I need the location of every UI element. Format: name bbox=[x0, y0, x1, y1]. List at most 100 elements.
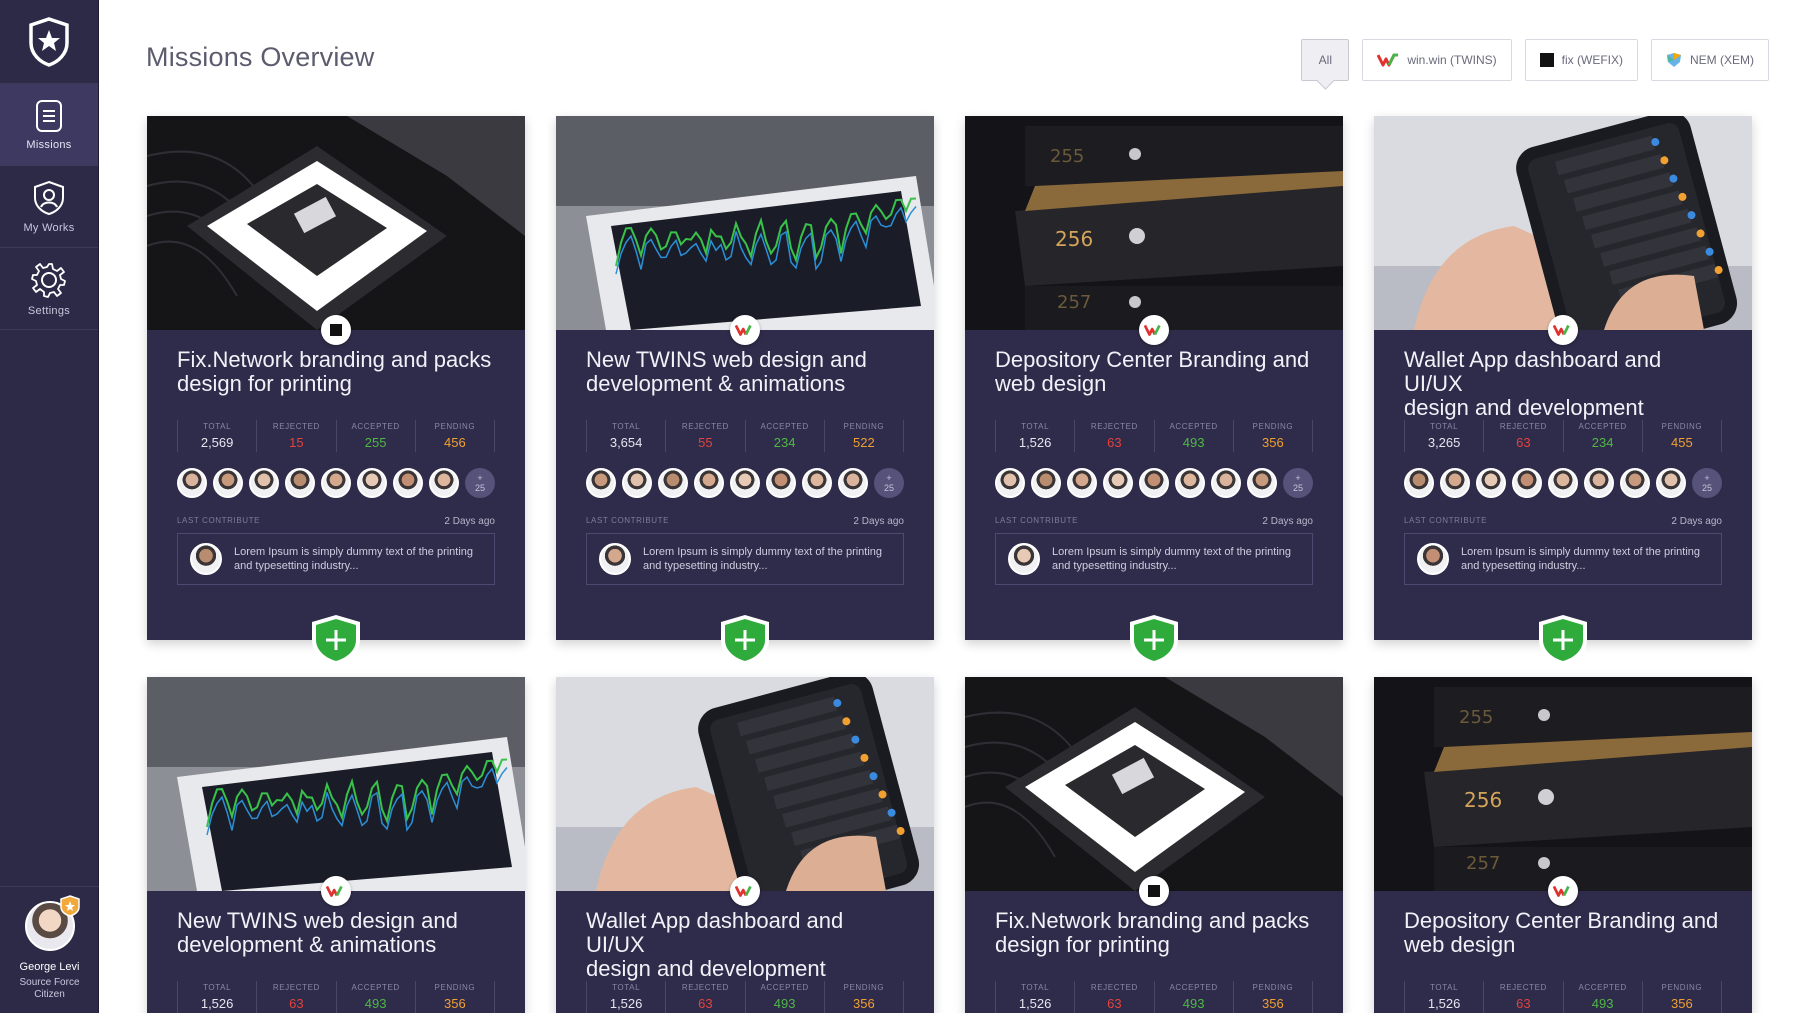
contributor-avatar[interactable] bbox=[321, 468, 351, 498]
contributor-avatar[interactable] bbox=[1620, 468, 1650, 498]
stat-rejected: REJECTED 63 bbox=[1074, 981, 1153, 1013]
add-contribution-button[interactable] bbox=[1127, 614, 1181, 666]
stat-total-value: 3,265 bbox=[1427, 435, 1461, 450]
nav-label-missions: Missions bbox=[26, 138, 72, 151]
contributor-avatar[interactable] bbox=[1139, 468, 1169, 498]
mission-title-line1: New TWINS web design and bbox=[586, 347, 867, 372]
contributor-avatar[interactable] bbox=[1031, 468, 1061, 498]
contributor-avatar[interactable] bbox=[249, 468, 279, 498]
last-contribute-comment[interactable]: Lorem Ipsum is simply dummy text of the … bbox=[995, 533, 1313, 585]
last-contribute-comment[interactable]: Lorem Ipsum is simply dummy text of the … bbox=[586, 533, 904, 585]
contributor-avatar[interactable] bbox=[213, 468, 243, 498]
filter-nem-label: NEM (XEM) bbox=[1690, 53, 1754, 67]
contributor-avatar[interactable] bbox=[838, 468, 868, 498]
filter-bar: All win.win (TWINS) fix (WEFIX) NEM (XEM… bbox=[1301, 39, 1769, 81]
user-name: George Levi bbox=[19, 961, 80, 973]
add-contribution-button[interactable] bbox=[1536, 614, 1590, 666]
add-contribution-button[interactable] bbox=[718, 614, 772, 666]
mission-stats: TOTAL 3,265 REJECTED 63 ACCEPTED 234 PENDING 45… bbox=[1404, 420, 1722, 452]
svg-text:257: 257 bbox=[1466, 853, 1500, 874]
stat-total-label: TOTAL bbox=[612, 983, 641, 992]
nav-item-missions[interactable]: Missions bbox=[0, 84, 98, 166]
contributor-avatar[interactable] bbox=[1404, 468, 1434, 498]
stat-total-label: TOTAL bbox=[203, 983, 232, 992]
contributor-avatar[interactable] bbox=[177, 468, 207, 498]
stat-pending: PENDING 356 bbox=[414, 981, 495, 1013]
twins-logo-icon bbox=[326, 885, 343, 897]
filter-all-label: All bbox=[1318, 53, 1332, 67]
stat-accepted-label: ACCEPTED bbox=[1169, 422, 1218, 431]
last-contribute-comment[interactable]: Lorem Ipsum is simply dummy text of the … bbox=[177, 533, 495, 585]
contributor-avatar[interactable] bbox=[1656, 468, 1686, 498]
contributor-avatar[interactable] bbox=[1175, 468, 1205, 498]
mission-card[interactable]: New TWINS web design and development & an… bbox=[556, 116, 934, 665]
stat-accepted: ACCEPTED 234 bbox=[744, 420, 824, 452]
wefix-logo-icon bbox=[1148, 885, 1160, 897]
stat-accepted-value: 493 bbox=[1182, 996, 1205, 1011]
avatar bbox=[24, 895, 80, 951]
stat-pending: PENDING 356 bbox=[1232, 981, 1313, 1013]
stat-accepted-label: ACCEPTED bbox=[760, 422, 809, 431]
contributor-avatar[interactable] bbox=[730, 468, 760, 498]
contributor-avatar[interactable] bbox=[1247, 468, 1277, 498]
contributor-avatar[interactable] bbox=[1476, 468, 1506, 498]
mission-card[interactable]: 255 256 257 Depository Center Branding and w… bbox=[1374, 677, 1752, 1013]
more-contributors-badge[interactable]: +25 bbox=[1692, 468, 1722, 498]
contributor-avatar[interactable] bbox=[1512, 468, 1542, 498]
contributor-avatar[interactable] bbox=[1103, 468, 1133, 498]
stat-rejected-label: REJECTED bbox=[1499, 983, 1547, 992]
stat-accepted-value: 493 bbox=[1591, 996, 1614, 1011]
filter-wefix[interactable]: fix (WEFIX) bbox=[1524, 39, 1638, 81]
last-contribute-comment[interactable]: Lorem Ipsum is simply dummy text of the … bbox=[1404, 533, 1722, 585]
filter-all[interactable]: All bbox=[1301, 39, 1350, 81]
contributor-avatar[interactable] bbox=[622, 468, 652, 498]
mission-image bbox=[147, 677, 525, 891]
add-contribution-button[interactable] bbox=[309, 614, 363, 666]
contributor-avatar[interactable] bbox=[1440, 468, 1470, 498]
last-contribute-label: LAST CONTRIBUTE bbox=[1404, 516, 1488, 525]
contributor-avatar[interactable] bbox=[1548, 468, 1578, 498]
nav-item-settings[interactable]: Settings bbox=[0, 248, 98, 330]
more-count: 25 bbox=[1292, 483, 1303, 493]
stat-total-value: 1,526 bbox=[1018, 996, 1052, 1011]
mission-card[interactable]: Wallet App dashboard and UI/UX design and… bbox=[1374, 116, 1752, 665]
contributor-avatar[interactable] bbox=[285, 468, 315, 498]
mission-card[interactable]: Wallet App dashboard and UI/UX design and… bbox=[556, 677, 934, 1013]
filter-twins[interactable]: win.win (TWINS) bbox=[1362, 39, 1512, 81]
mission-card[interactable]: Fix.Network branding and packs design for… bbox=[147, 116, 525, 665]
mission-card[interactable]: Fix.Network branding and packs design for… bbox=[965, 677, 1343, 1013]
stat-pending: PENDING 455 bbox=[1641, 420, 1722, 452]
last-contribute-time: 2 Days ago bbox=[853, 516, 904, 527]
mission-image bbox=[147, 116, 525, 330]
contributor-avatar[interactable] bbox=[1211, 468, 1241, 498]
mission-title-line2: development & animations bbox=[177, 932, 437, 957]
contributor-avatar[interactable] bbox=[802, 468, 832, 498]
more-contributors-badge[interactable]: +25 bbox=[874, 468, 904, 498]
more-contributors-badge[interactable]: +25 bbox=[465, 468, 495, 498]
project-badge bbox=[730, 876, 760, 906]
contributor-avatar[interactable] bbox=[586, 468, 616, 498]
twins-logo-icon bbox=[735, 885, 752, 897]
more-contributors-badge[interactable]: +25 bbox=[1283, 468, 1313, 498]
contributor-avatar[interactable] bbox=[1067, 468, 1097, 498]
contributor-avatar[interactable] bbox=[658, 468, 688, 498]
stat-rejected-value: 63 bbox=[289, 996, 304, 1011]
user-profile[interactable]: George Levi Source Force Citizen bbox=[0, 886, 99, 1013]
mission-card[interactable]: 255 256 257 Depository Center Branding and w… bbox=[965, 116, 1343, 665]
stat-pending-value: 456 bbox=[444, 435, 466, 450]
filter-nem[interactable]: NEM (XEM) bbox=[1651, 39, 1769, 81]
contributor-avatar[interactable] bbox=[429, 468, 459, 498]
nav-item-my-works[interactable]: My Works bbox=[0, 166, 98, 248]
contributor-avatar[interactable] bbox=[995, 468, 1025, 498]
mission-stats: TOTAL 1,526 REJECTED 63 ACCEPTED 493 PENDING 35… bbox=[995, 981, 1313, 1013]
contributor-avatar[interactable] bbox=[357, 468, 387, 498]
app-logo[interactable] bbox=[0, 0, 98, 84]
mission-card[interactable]: New TWINS web design and development & an… bbox=[147, 677, 525, 1013]
contributor-avatar[interactable] bbox=[766, 468, 796, 498]
stat-total: TOTAL 1,526 bbox=[177, 981, 256, 1013]
stat-total-value: 1,526 bbox=[1018, 435, 1052, 450]
contributor-avatar[interactable] bbox=[1584, 468, 1614, 498]
contributor-avatar[interactable] bbox=[694, 468, 724, 498]
contributor-avatar[interactable] bbox=[393, 468, 423, 498]
svg-text:255: 255 bbox=[1459, 707, 1493, 728]
